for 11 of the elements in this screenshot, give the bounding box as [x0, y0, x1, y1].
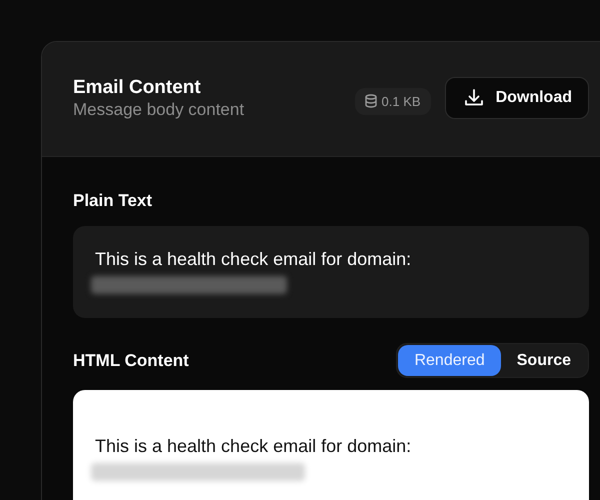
- view-tab[interactable]: Source: [500, 345, 587, 376]
- card-subtitle: Message body content: [73, 100, 246, 120]
- download-icon: [464, 88, 484, 108]
- download-button[interactable]: Download: [444, 77, 589, 119]
- section-label: Plain Text: [73, 191, 154, 211]
- size-text: 0.1 KB: [382, 94, 421, 108]
- card-title: Email Content: [73, 76, 202, 98]
- body-text: This is a health check email for domain:: [95, 249, 412, 270]
- body-text: This is a health check email for domain:: [95, 436, 412, 457]
- section-label: HTML Content: [73, 350, 189, 370]
- database-icon: [364, 94, 377, 108]
